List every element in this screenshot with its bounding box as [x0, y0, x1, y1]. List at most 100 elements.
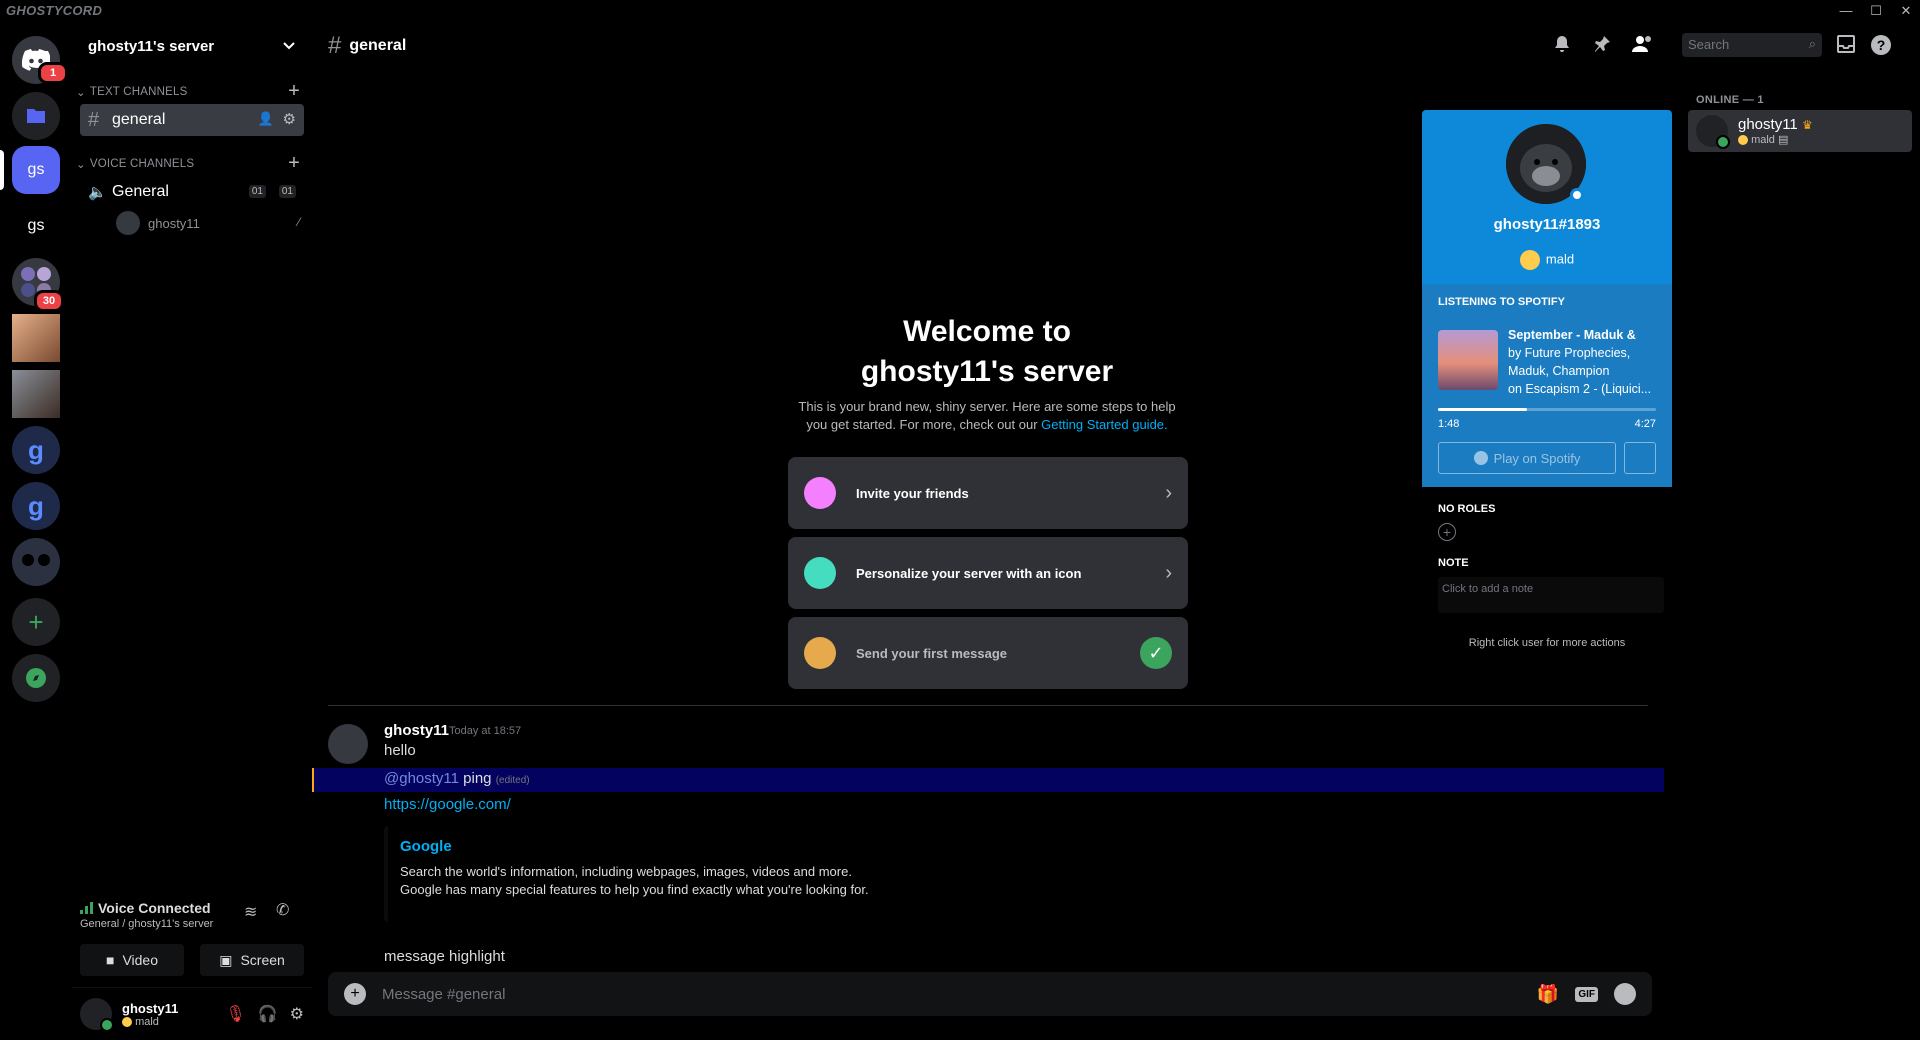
member-list-icon[interactable]	[1632, 34, 1656, 58]
add-server-button[interactable]: +	[12, 598, 60, 646]
ak-icon	[22, 554, 50, 566]
category-voice-channels[interactable]: ⌄ VOICE CHANNELS +	[72, 152, 312, 176]
server-name: ghosty11's server	[88, 37, 215, 55]
avatar	[116, 211, 140, 235]
card-label: Invite your friends	[856, 485, 969, 501]
gear-icon[interactable]: ⚙	[283, 110, 296, 128]
embed-title[interactable]: Google	[400, 838, 892, 855]
svg-text:?: ?	[1877, 37, 1886, 53]
g-logo-icon: g	[28, 434, 44, 465]
speaker-icon: 🔈	[88, 184, 107, 201]
disconnect-icon[interactable]: ✆	[276, 900, 289, 920]
card-label: Send your first message	[856, 645, 1007, 661]
invite-friends-card[interactable]: Invite your friends ›	[788, 457, 1188, 529]
create-channel-icon[interactable]: +	[288, 81, 300, 101]
server-g-2[interactable]: g	[12, 482, 60, 530]
message-text: ping	[459, 770, 496, 787]
gift-icon[interactable]: 🎁	[1537, 984, 1559, 1005]
message-text: message highlight	[384, 948, 505, 965]
server-avatar-1[interactable]	[12, 314, 60, 362]
user-panel: ghosty11 mald 🎙 🎧 ⚙	[72, 988, 312, 1040]
message-author[interactable]: ghosty11	[384, 722, 449, 739]
server-header[interactable]: ghosty11's server	[72, 22, 312, 70]
pin-icon[interactable]	[1592, 34, 1616, 58]
screen-share-button[interactable]: ▣ Screen	[200, 944, 304, 976]
folder-icon	[27, 109, 45, 123]
inbox-icon[interactable]	[1836, 34, 1860, 58]
first-message-card[interactable]: Send your first message ✓	[788, 617, 1188, 689]
message-composer[interactable]: + Message #general 🎁 GIF	[328, 972, 1652, 1016]
search-input[interactable]: Search ⌕	[1682, 33, 1822, 57]
server-initials: gs	[27, 217, 45, 234]
category-text-channels[interactable]: ⌄ TEXT CHANNELS +	[72, 80, 312, 104]
spotify-activity: LISTENING TO SPOTIFY September - Maduk &…	[1422, 284, 1672, 487]
muted-mic-icon: ⁄	[297, 215, 300, 229]
close-icon[interactable]: ✕	[1892, 2, 1920, 20]
server-gs[interactable]: gs	[12, 202, 60, 250]
member-name: ghosty11	[1738, 116, 1798, 133]
user-name: ghosty11	[122, 1000, 179, 1016]
category-label: VOICE CHANNELS	[89, 158, 195, 170]
note-input[interactable]: Click to add a note	[1438, 577, 1664, 613]
server-g-1[interactable]: g	[12, 426, 60, 474]
noise-suppression-icon[interactable]: ≋	[244, 902, 257, 922]
check-icon: ✓	[1140, 637, 1172, 669]
emoji-picker-icon[interactable]	[1614, 983, 1636, 1005]
voice-user[interactable]: ghosty11 ⁄	[116, 208, 312, 238]
angry-emoji-icon	[1738, 135, 1748, 146]
maximize-icon[interactable]: ☐	[1862, 2, 1890, 20]
hash-icon: #	[328, 32, 342, 59]
roles-heading: NO ROLES	[1438, 503, 1496, 515]
play-on-spotify-button[interactable]: Play on Spotify	[1438, 442, 1616, 474]
camera-icon: ■	[105, 952, 115, 968]
category-label: TEXT CHANNELS	[89, 86, 188, 98]
channel-name: General	[112, 183, 169, 200]
bell-icon[interactable]	[1552, 34, 1576, 58]
gif-icon[interactable]: GIF	[1575, 986, 1598, 1002]
voice-location[interactable]: General / ghosty11's server	[80, 918, 213, 930]
member-item[interactable]: ghosty11 ♛ mald ▤	[1688, 110, 1912, 152]
video-label: Video	[122, 952, 159, 968]
listen-along-button[interactable]	[1624, 442, 1656, 474]
headphones-icon[interactable]: 🎧	[258, 1004, 278, 1024]
online-heading: ONLINE — 1	[1696, 94, 1764, 106]
explore-servers-button[interactable]	[12, 654, 60, 702]
track-album: on Escapism 2 - (Liquici...	[1508, 382, 1652, 396]
message-input[interactable]: Message #general	[382, 986, 1521, 1003]
user-avatar[interactable]	[80, 998, 114, 1032]
add-role-icon[interactable]: +	[1438, 523, 1456, 541]
voice-channel-general[interactable]: 🔈 General 01 01	[80, 176, 304, 208]
screen-icon: ▣	[219, 951, 233, 968]
upload-plus-icon[interactable]: +	[344, 983, 366, 1005]
server-gs-active[interactable]: gs	[12, 146, 60, 194]
channel-general[interactable]: # general 👤 ⚙	[80, 104, 304, 136]
create-channel-icon[interactable]: +	[288, 153, 300, 173]
folder-button[interactable]	[12, 92, 60, 140]
mute-mic-icon[interactable]: 🎙	[225, 1004, 245, 1024]
server-ak[interactable]	[12, 538, 60, 586]
user-settings-icon[interactable]: ⚙	[290, 1004, 304, 1024]
album-art[interactable]	[1438, 330, 1498, 390]
personalize-card[interactable]: Personalize your server with an icon ›	[788, 537, 1188, 609]
profile-hint: Right click user for more actions	[1468, 637, 1626, 649]
video-button[interactable]: ■ Video	[80, 944, 184, 976]
help-icon[interactable]: ?	[1870, 34, 1894, 58]
profile-status: mald	[1545, 251, 1575, 267]
home-badge: 1	[38, 62, 68, 84]
invite-icon[interactable]: 👤	[258, 111, 274, 127]
link-embed: Google Search the world's information, i…	[384, 826, 904, 922]
voice-user-name: ghosty11	[148, 215, 200, 231]
message-link[interactable]: https://google.com/	[384, 796, 511, 813]
server-rail: 1 gs gs 30 g g +	[0, 22, 72, 1040]
invite-icon	[804, 477, 836, 509]
channel-title: general	[349, 37, 407, 54]
profile-tag[interactable]: ghosty11#1893	[1422, 216, 1672, 233]
track-artists: by Future Prophecies, Maduk, Champion	[1508, 346, 1631, 378]
getting-started-link[interactable]: Getting Started guide.	[1041, 417, 1167, 432]
avatar[interactable]	[328, 724, 368, 764]
user-mention[interactable]: @ghosty11	[384, 770, 459, 787]
server-avatar-2[interactable]	[12, 370, 60, 418]
message-text: hello	[384, 742, 416, 759]
minimize-icon[interactable]: —	[1832, 2, 1860, 20]
embed-description: Search the world's information, includin…	[400, 864, 869, 897]
